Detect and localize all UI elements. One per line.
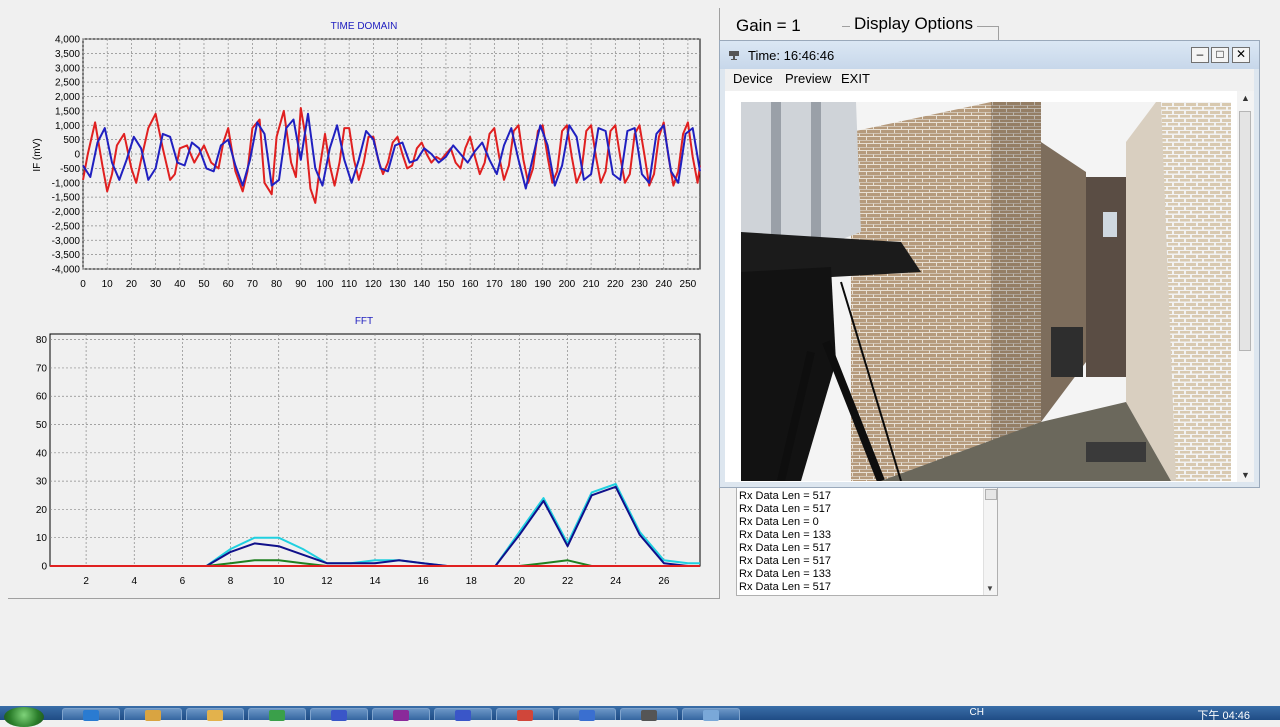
preview-window-title: Time: 16:46:46 xyxy=(748,48,835,63)
video-bins xyxy=(1051,327,1083,377)
menu-preview[interactable]: Preview xyxy=(785,71,831,86)
y-tick-label: 20 xyxy=(36,505,48,516)
fft-chart: FFT 807060504030201002 4 6 8 10 12 14 16 18 20 22 2… xyxy=(36,316,701,587)
x-tick-label: 8 xyxy=(228,576,234,587)
y-tick-label: 60 xyxy=(36,392,48,403)
log-line[interactable]: Rx Data Len = 517 xyxy=(739,503,831,516)
log-line[interactable]: Rx Data Len = 517 xyxy=(739,490,831,503)
display-options-label: Display Options xyxy=(850,14,978,34)
taskbar-word-button[interactable] xyxy=(496,708,554,721)
taskbar-media-button[interactable] xyxy=(558,708,616,721)
paint-icon xyxy=(455,710,471,721)
scroll-down-arrow-icon[interactable]: ▼ xyxy=(1241,470,1250,480)
log-scrollbar[interactable]: ▼ xyxy=(983,487,997,595)
log-lines: Rx Data Len = 517 Rx Data Len = 517 Rx Dat… xyxy=(739,490,831,594)
x-tick-label: 14 xyxy=(369,576,381,587)
start-button[interactable] xyxy=(4,707,44,727)
video-far-building xyxy=(1086,177,1126,377)
cascade2-icon xyxy=(703,710,719,721)
taskbar: CH 下午 04:46 xyxy=(0,706,1280,727)
x-tick-label: 18 xyxy=(466,576,478,587)
x-tick-label: 26 xyxy=(658,576,670,587)
x-tick-label: 16 xyxy=(418,576,430,587)
log-line[interactable]: Rx Data Len = 517 xyxy=(739,542,831,555)
scroll-up-arrow-icon[interactable]: ▲ xyxy=(1241,93,1250,103)
menu-device[interactable]: Device xyxy=(733,71,773,86)
x-tick-label: 12 xyxy=(321,576,333,587)
log-listbox[interactable]: Rx Data Len = 517 Rx Data Len = 517 Rx Dat… xyxy=(736,486,998,596)
y-tick-label: 80 xyxy=(36,335,48,346)
log-line[interactable]: Rx Data Len = 517 xyxy=(739,581,831,594)
maximize-button[interactable]: □ xyxy=(1211,47,1229,63)
camera-video-frame xyxy=(741,102,1231,481)
video-far-window xyxy=(1103,212,1117,237)
log-line[interactable]: Rx Data Len = 133 xyxy=(739,529,831,542)
video-ground-grate xyxy=(1086,442,1146,462)
close-button[interactable]: ✕ xyxy=(1232,47,1250,63)
word-icon xyxy=(517,710,533,721)
video-wall-shade xyxy=(991,102,1041,481)
menu-exit[interactable]: EXIT xyxy=(841,71,870,86)
camera-app-icon xyxy=(729,51,739,60)
log-line[interactable]: Rx Data Len = 0 xyxy=(739,516,831,529)
y-tick-label: 70 xyxy=(36,363,48,374)
minimize-button[interactable]: – xyxy=(1191,47,1209,63)
taskbar-explorer-button[interactable] xyxy=(62,708,120,721)
tray-clock[interactable]: 下午 04:46 xyxy=(1197,707,1250,723)
y-tick-label: 40 xyxy=(36,448,48,459)
y-tick-label: 0 xyxy=(41,562,47,573)
x-tick-label: 2 xyxy=(83,576,89,587)
taskbar-help-button[interactable] xyxy=(310,708,368,721)
display-icon xyxy=(641,710,657,721)
taskbar-folder-button[interactable] xyxy=(124,708,182,721)
taskbar-paint-button[interactable] xyxy=(434,708,492,721)
taskbar-cascade2-button[interactable] xyxy=(682,708,740,721)
panel-divider-horizontal xyxy=(8,598,720,599)
explorer-icon xyxy=(83,710,99,721)
preview-titlebar[interactable]: Time: 16:46:46 – □ ✕ xyxy=(720,41,1259,69)
x-tick-label: 20 xyxy=(514,576,526,587)
y-tick-label: 30 xyxy=(36,477,48,488)
folder-icon xyxy=(145,710,161,721)
preview-scrollbar[interactable]: ▲ ▼ xyxy=(1237,91,1254,482)
taskbar-display-button[interactable] xyxy=(620,708,678,721)
preview-scroll-thumb[interactable] xyxy=(1239,111,1251,351)
x-tick-label: 10 xyxy=(273,576,285,587)
y-tick-label: 50 xyxy=(36,420,48,431)
excel-icon xyxy=(207,710,223,721)
network-icon xyxy=(393,710,409,721)
ime-indicator[interactable]: CH xyxy=(970,707,984,718)
gain-label: Gain = 1 xyxy=(736,16,801,35)
media-icon xyxy=(579,710,595,721)
x-tick-label: 6 xyxy=(180,576,186,587)
help-icon xyxy=(331,710,347,721)
cascade-icon xyxy=(269,710,285,721)
log-scroll-thumb[interactable] xyxy=(985,489,997,500)
fft-chart-title: FFT xyxy=(355,316,373,327)
x-tick-label: 24 xyxy=(610,576,622,587)
taskbar-network-button[interactable] xyxy=(372,708,430,721)
log-line[interactable]: Rx Data Len = 133 xyxy=(739,568,831,581)
preview-client-area: ▲ ▼ xyxy=(725,91,1254,482)
video-shelf-bar xyxy=(811,102,821,252)
x-tick-label: 4 xyxy=(131,576,137,587)
preview-menubar: Device Preview EXIT xyxy=(725,69,1254,91)
taskbar-excel-button[interactable] xyxy=(186,708,244,721)
x-tick-label: 22 xyxy=(562,576,574,587)
y-tick-label: 10 xyxy=(36,533,48,544)
log-line[interactable]: Rx Data Len = 517 xyxy=(739,555,831,568)
camera-preview-window[interactable]: Time: 16:46:46 – □ ✕ Device Preview EXIT xyxy=(719,40,1260,488)
scroll-down-arrow-icon[interactable]: ▼ xyxy=(986,584,994,593)
taskbar-cascade-button[interactable] xyxy=(248,708,306,721)
